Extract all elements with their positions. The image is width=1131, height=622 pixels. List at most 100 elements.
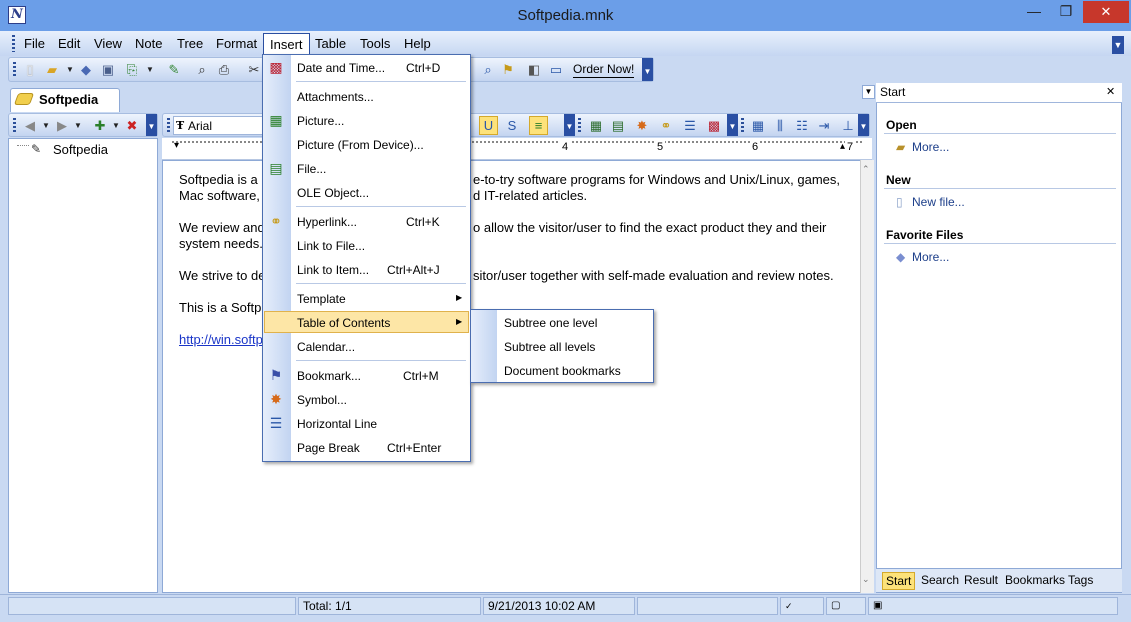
camera-icon[interactable]: ◧ <box>525 61 543 78</box>
menu-item-link-item[interactable]: Link to Item... <box>297 260 369 280</box>
favorites-more-link[interactable]: ◆ More... <box>896 250 949 264</box>
horizontal-line-icon[interactable]: ☰ <box>681 117 699 134</box>
menu-separator <box>296 283 466 284</box>
open-folder-icon[interactable]: ▰ <box>43 61 61 78</box>
import-dropdown-icon[interactable]: ▼ <box>141 61 159 78</box>
delete-node-icon[interactable]: ✖ <box>123 117 141 134</box>
cut-icon[interactable]: ✂ <box>245 61 263 78</box>
align-left-icon[interactable]: ≡ <box>529 116 548 135</box>
tab-start[interactable]: Start <box>882 572 916 590</box>
lock-icon[interactable]: ▢ <box>826 597 866 615</box>
menu-item-date-time[interactable]: Date and Time... <box>297 58 385 78</box>
menu-item-calendar[interactable]: Calendar... <box>297 337 355 357</box>
title-bar: N Softpedia.mnk — ❐ ✕ <box>0 0 1131 31</box>
menu-item-bookmark[interactable]: Bookmark... <box>297 366 361 386</box>
format-toolbar-chevron-icon[interactable]: ▼ <box>564 114 575 136</box>
scroll-up-icon[interactable]: ⌃ <box>862 164 870 175</box>
menu-item-horizontal-line[interactable]: Horizontal Line <box>297 414 377 434</box>
scroll-down-icon[interactable]: ⌄ <box>862 574 870 585</box>
submenu-item-subtree-one[interactable]: Subtree one level <box>504 313 597 333</box>
menu-file[interactable]: File <box>18 34 51 54</box>
import-icon[interactable]: ⎘ <box>123 61 141 78</box>
insert-toolbar-chevron-icon[interactable]: ▼ <box>727 114 738 136</box>
menu-item-attachments[interactable]: Attachments... <box>297 87 374 107</box>
insert-table-icon[interactable]: ▦ <box>749 117 767 134</box>
insert-picture-icon[interactable]: ▦ <box>587 117 605 134</box>
insert-toolbar-grip[interactable] <box>578 118 581 133</box>
panel-close-icon[interactable]: ✕ <box>1106 83 1115 102</box>
editor-hyperlink[interactable]: http://win.softp <box>179 332 263 347</box>
order-now-button[interactable]: Order Now! <box>573 62 635 78</box>
menu-edit[interactable]: Edit <box>52 34 86 54</box>
editor-scrollbar[interactable]: ⌃ ⌄ <box>860 160 874 593</box>
menu-help[interactable]: Help <box>398 34 437 54</box>
maximize-button[interactable]: ❐ <box>1050 1 1082 23</box>
toolbar-grip[interactable] <box>13 62 16 78</box>
insert-link-icon[interactable]: ⚭ <box>657 117 675 134</box>
find-icon[interactable]: ⌕ <box>479 61 497 78</box>
menu-item-link-file[interactable]: Link to File... <box>297 236 365 256</box>
export-icon[interactable]: ✎ <box>165 61 183 78</box>
tree-toolbar-chevron-icon[interactable]: ▼ <box>146 114 157 136</box>
cell-align-icon[interactable]: ⊥ <box>839 117 857 134</box>
menu-note[interactable]: Note <box>129 34 168 54</box>
menu-insert[interactable]: Insert <box>263 33 310 56</box>
window-icon[interactable]: ▭ <box>547 61 565 78</box>
menu-tree[interactable]: Tree <box>171 34 209 54</box>
insert-symbol-icon[interactable]: ✸ <box>633 117 651 134</box>
submenu-item-subtree-all[interactable]: Subtree all levels <box>504 337 595 357</box>
menu-item-hyperlink[interactable]: Hyperlink... <box>297 212 357 232</box>
menu-format[interactable]: Format <box>210 34 263 54</box>
menu-view[interactable]: View <box>88 34 128 54</box>
strikethrough-icon[interactable]: S <box>503 117 521 134</box>
tab-bookmarks[interactable]: Bookmarks <box>1002 572 1068 590</box>
merge-cells-icon[interactable]: ⇥ <box>815 117 833 134</box>
menu-item-page-break[interactable]: Page Break <box>297 438 360 458</box>
save-icon[interactable]: ▣ <box>99 61 117 78</box>
menu-tools[interactable]: Tools <box>354 34 396 54</box>
panel-dropdown-icon[interactable]: ▼ <box>862 85 875 99</box>
template-icon[interactable]: ▩ <box>705 117 723 134</box>
menu-table[interactable]: Table <box>309 34 352 54</box>
forward-dropdown-icon[interactable]: ▼ <box>69 117 87 134</box>
tag-icon[interactable]: ◆ <box>77 61 95 78</box>
close-button[interactable]: ✕ <box>1083 1 1129 23</box>
tab-search[interactable]: Search <box>918 572 962 590</box>
print-preview-icon[interactable]: ⌕ <box>193 61 211 78</box>
menubar-grip[interactable] <box>12 35 15 52</box>
left-tab-softpedia[interactable]: Softpedia <box>10 88 120 112</box>
insert-column-icon[interactable]: ⫼ <box>771 117 789 134</box>
shortcut-link-item: Ctrl+Alt+J <box>387 263 440 277</box>
tree-toolbar-grip[interactable] <box>13 118 16 133</box>
new-file-link[interactable]: ▯ New file... <box>896 195 965 209</box>
insert-row-icon[interactable]: ☷ <box>793 117 811 134</box>
tab-tags[interactable]: Tags <box>1065 572 1096 590</box>
table-toolbar-chevron-icon[interactable]: ▼ <box>858 114 869 136</box>
symbol-icon: ✸ <box>270 391 282 407</box>
menubar-chevron-icon[interactable]: ▼ <box>1112 36 1124 54</box>
font-name-select[interactable]: Ŧ Arial <box>173 116 269 135</box>
spellcheck-icon[interactable]: ✓ <box>780 597 824 615</box>
minimize-button[interactable]: — <box>1018 1 1050 23</box>
menu-item-ole-object[interactable]: OLE Object... <box>297 183 369 203</box>
open-more-link[interactable]: ▰ More... <box>896 140 949 154</box>
format-toolbar-grip[interactable] <box>167 118 170 133</box>
tab-result[interactable]: Result <box>961 572 1001 590</box>
menu-item-file[interactable]: File... <box>297 159 326 179</box>
menu-item-table-of-contents[interactable]: Table of Contents <box>297 313 390 333</box>
insert-file-icon[interactable]: ▤ <box>609 117 627 134</box>
new-file-icon[interactable]: ▯ <box>21 61 39 78</box>
underline-icon[interactable]: U <box>479 116 498 135</box>
toolbar-chevron-icon[interactable]: ▼ <box>642 58 653 81</box>
menu-item-picture[interactable]: Picture... <box>297 111 344 131</box>
menu-item-symbol[interactable]: Symbol... <box>297 390 347 410</box>
menu-item-template[interactable]: Template <box>297 289 346 309</box>
tree-node-softpedia[interactable]: Softpedia <box>53 142 108 157</box>
submenu-item-document-bookmarks[interactable]: Document bookmarks <box>504 361 621 381</box>
table-toolbar-grip[interactable] <box>741 118 744 133</box>
ruler-indent-marker[interactable]: ▾ <box>174 140 179 151</box>
menu-item-picture-device[interactable]: Picture (From Device)... <box>297 135 424 155</box>
print-icon[interactable]: ⎙ <box>215 61 233 78</box>
replace-icon[interactable]: ⚑ <box>499 61 517 78</box>
ruler-right-margin[interactable]: ▴ <box>840 141 845 152</box>
